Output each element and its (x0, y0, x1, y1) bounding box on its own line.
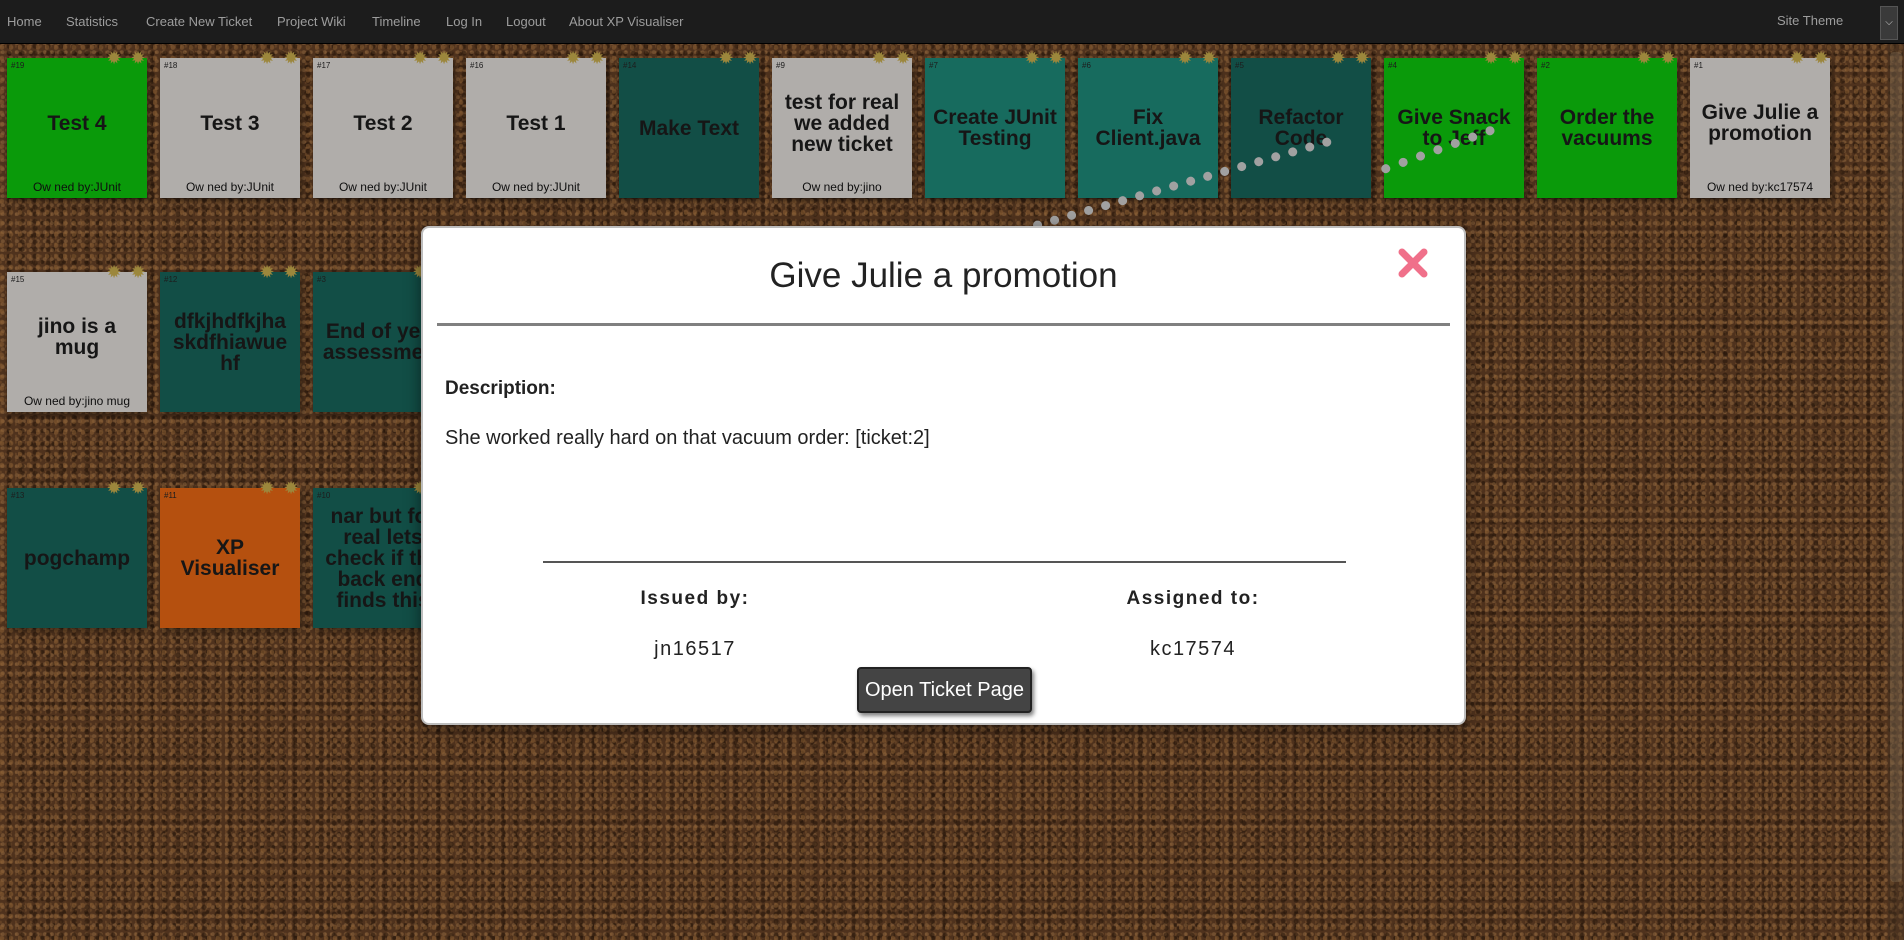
chevron-down-icon[interactable]: ⌵ (1880, 6, 1898, 40)
modal-title: Give Julie a promotion (769, 256, 1118, 295)
assigned-to-label: Assigned to: (1126, 588, 1260, 609)
nav-log-in[interactable]: Log In (446, 0, 482, 44)
close-icon[interactable] (1396, 246, 1430, 280)
site-theme-label[interactable]: Site Theme (1777, 0, 1843, 44)
nav-project-wiki[interactable]: Project Wiki (277, 0, 346, 44)
top-navbar: Home Statistics Create New Ticket Projec… (0, 0, 1904, 44)
footer-divider (543, 561, 1346, 563)
nav-logout[interactable]: Logout (506, 0, 546, 44)
nav-timeline[interactable]: Timeline (372, 0, 421, 44)
description-label: Description: (445, 378, 556, 399)
nav-home[interactable]: Home (7, 0, 42, 44)
nav-statistics[interactable]: Statistics (66, 0, 118, 44)
nav-create-new-ticket[interactable]: Create New Ticket (146, 0, 252, 44)
open-ticket-page-button[interactable]: Open Ticket Page (857, 667, 1032, 713)
issued-by-value: jn16517 (654, 638, 736, 660)
issued-by-label: Issued by: (640, 588, 750, 609)
title-divider (437, 323, 1450, 326)
assigned-to-value: kc17574 (1149, 638, 1237, 660)
description-text: She worked really hard on that vacuum or… (445, 427, 930, 449)
ticket-modal: Give Julie a promotion Description: She … (421, 226, 1466, 725)
nav-about[interactable]: About XP Visualiser (569, 0, 683, 44)
